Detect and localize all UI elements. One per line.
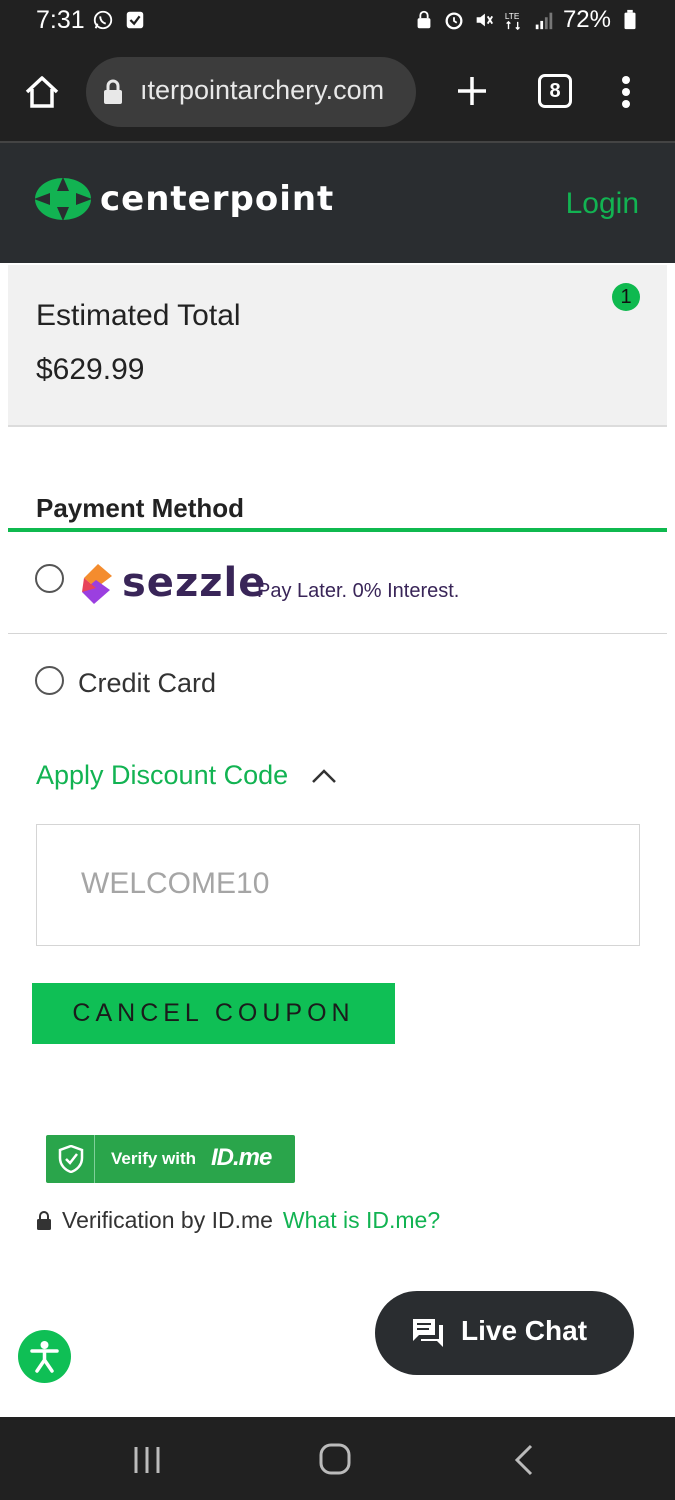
live-chat-button[interactable]: Live Chat — [375, 1291, 634, 1375]
login-link[interactable]: Login — [566, 187, 639, 221]
system-nav-bar — [0, 1417, 675, 1500]
chat-bubble-icon — [413, 1319, 443, 1347]
estimated-total-value: $629.99 — [36, 353, 145, 386]
accessibility-icon — [30, 1341, 59, 1373]
home-nav-icon[interactable] — [318, 1442, 352, 1476]
centerpoint-logo-mark — [34, 177, 92, 221]
sezzle-tagline: Pay Later. 0% Interest. — [257, 580, 460, 602]
status-system: LTE 72% — [413, 6, 641, 34]
credit-card-label: Credit Card — [78, 668, 217, 698]
sezzle-logo-icon — [82, 564, 112, 604]
payment-divider — [8, 528, 667, 532]
verification-text: Verification by ID.me — [62, 1207, 273, 1233]
verify-idme-button[interactable]: Verify with ID.me — [46, 1135, 295, 1183]
lock-icon — [417, 10, 431, 29]
status-time: 7:31 — [36, 6, 85, 34]
payment-option-sezzle[interactable]: sezzle Pay Later. 0% Interest. — [8, 536, 667, 634]
discount-toggle-label: Apply Discount Code — [36, 760, 289, 790]
discount-code-toggle[interactable]: Apply Discount Code — [36, 760, 338, 791]
alarm-icon — [445, 12, 463, 30]
tab-switcher-button[interactable]: 8 — [538, 74, 572, 108]
payment-method-heading: Payment Method — [36, 493, 245, 523]
whatsapp-icon — [93, 10, 113, 30]
discount-code-value: WELCOME10 — [81, 867, 270, 900]
idme-button-text: Verify with — [111, 1149, 197, 1168]
discount-code-input[interactable]: WELCOME10 — [36, 824, 640, 946]
what-is-idme-link[interactable]: What is ID.me? — [283, 1207, 440, 1234]
recent-apps-icon[interactable] — [131, 1444, 163, 1476]
chevron-up-icon — [312, 768, 337, 783]
lte-icon: LTE — [505, 12, 520, 31]
idme-shield-box — [46, 1135, 95, 1183]
new-tab-icon[interactable] — [454, 73, 490, 109]
signal-icon — [535, 12, 553, 30]
url-text: ıterpointarchery.com — [140, 75, 385, 105]
download-icon — [126, 11, 144, 29]
idme-verification-note: Verification by ID.me What is ID.me? — [36, 1207, 440, 1234]
browser-toolbar: ıterpointarchery.com 8 — [0, 44, 675, 141]
address-bar[interactable]: ıterpointarchery.com — [86, 57, 416, 127]
cart-count-badge: 1 — [612, 283, 640, 311]
status-notifications — [92, 9, 146, 31]
site-header: centerpoint Login — [0, 141, 675, 263]
shield-check-icon — [58, 1145, 84, 1173]
more-menu-icon[interactable] — [616, 72, 636, 112]
mute-icon — [476, 13, 493, 27]
home-icon[interactable] — [22, 72, 62, 112]
brand-name: centerpoint — [100, 179, 335, 219]
credit-card-radio[interactable] — [35, 666, 64, 695]
battery-icon — [624, 9, 636, 30]
back-icon[interactable] — [512, 1443, 536, 1477]
sezzle-wordmark: sezzle — [122, 560, 267, 606]
battery-percent: 72% — [562, 6, 611, 33]
accessibility-button[interactable] — [18, 1330, 71, 1383]
centerpoint-logo[interactable]: centerpoint — [34, 177, 334, 221]
sezzle-radio[interactable] — [35, 564, 64, 593]
payment-option-credit-card[interactable]: Credit Card — [8, 640, 667, 720]
status-bar: 7:31 LTE 72% — [0, 0, 675, 44]
cancel-coupon-button[interactable]: CANCEL COUPON — [32, 983, 395, 1044]
secure-lock-icon — [104, 79, 122, 104]
estimated-total-label: Estimated Total — [36, 299, 241, 332]
svg-text:LTE: LTE — [505, 12, 520, 21]
idme-brand: ID.me — [211, 1144, 272, 1171]
lock-icon — [37, 1210, 51, 1230]
live-chat-label: Live Chat — [461, 1315, 588, 1346]
order-summary[interactable]: Estimated Total $629.99 1 — [8, 265, 667, 427]
